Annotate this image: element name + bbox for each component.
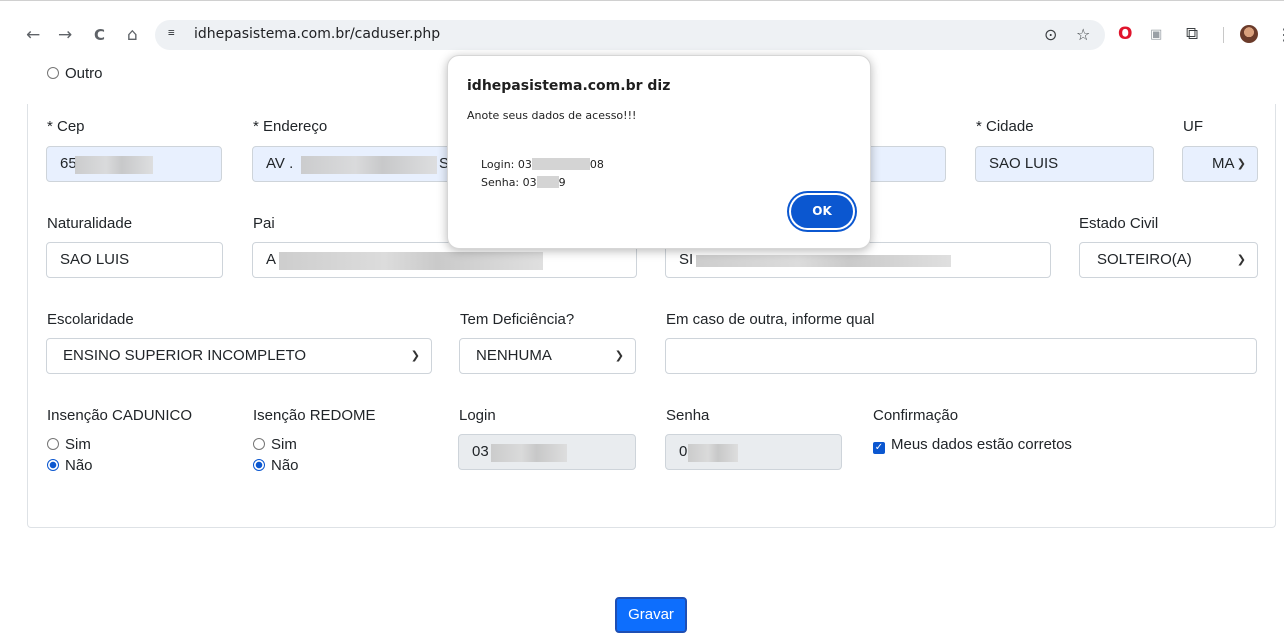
reload-icon[interactable]: C: [94, 25, 105, 45]
dialog-senha-line: Senha: 03 9: [467, 163, 566, 202]
save-button[interactable]: Gravar: [615, 597, 687, 633]
back-arrow-icon[interactable]: ←: [26, 25, 40, 45]
cadunico-nao-radio[interactable]: Não: [47, 457, 93, 474]
mae-value: SI: [679, 251, 694, 268]
pai-value: A: [266, 251, 277, 268]
cidade-input[interactable]: SAO LUIS: [975, 146, 1154, 182]
confirm-checkbox-label: Meus dados estão corretos: [891, 436, 1072, 453]
endereco-input[interactable]: AV . S: [252, 146, 452, 182]
bairro-input[interactable]: [868, 146, 946, 182]
cidade-value: SAO LUIS: [989, 155, 1059, 172]
radio-outro-label: Outro: [65, 65, 103, 82]
naturalidade-input[interactable]: SAO LUIS: [46, 242, 223, 278]
redome-sim-radio[interactable]: Sim: [253, 436, 297, 453]
uf-select[interactable]: MA ❯: [1182, 146, 1258, 182]
senha-value: 0: [679, 443, 688, 460]
cadunico-label: Insenção CADUNICO: [47, 407, 193, 424]
browser-toolbar: ← → C ⌂ ≡ idhepasistema.com.br/caduser.p…: [0, 0, 1284, 62]
confirmacao-label: Confirmação: [873, 407, 959, 424]
deficiencia-label: Tem Deficiência?: [460, 311, 575, 328]
endereco-value-start: AV .: [266, 155, 294, 172]
alert-dialog: idhepasistema.com.br diz Anote seus dado…: [447, 55, 871, 249]
dialog-senha-end: 9: [558, 176, 566, 189]
redome-nao-radio[interactable]: Não: [253, 457, 299, 474]
outra-deficiencia-input[interactable]: [665, 338, 1257, 374]
escolaridade-select[interactable]: ENSINO SUPERIOR INCOMPLETO ❯: [46, 338, 432, 374]
bookmark-star-icon[interactable]: ☆: [1076, 25, 1090, 44]
estado-civil-value: SOLTEIRO(A): [1097, 251, 1192, 268]
escolaridade-value: ENSINO SUPERIOR INCOMPLETO: [63, 347, 307, 364]
uf-value: MA: [1212, 155, 1235, 172]
dialog-senha-start: Senha: 03: [481, 176, 537, 189]
radio-dot[interactable]: [47, 438, 59, 450]
deficiencia-value: NENHUMA: [476, 347, 552, 364]
redome-label: Isenção REDOME: [253, 407, 376, 424]
dialog-title: idhepasistema.com.br diz: [467, 78, 671, 94]
chevron-down-icon: ❯: [1236, 253, 1246, 266]
endereco-label: * Endereço: [253, 118, 328, 135]
login-input[interactable]: 03: [458, 434, 636, 470]
extensions-puzzle-icon[interactable]: ⧉: [1186, 24, 1198, 44]
checkmark-icon[interactable]: ✓: [873, 442, 885, 454]
estado-civil-select[interactable]: SOLTEIRO(A) ❯: [1079, 242, 1258, 278]
radio-dot[interactable]: [253, 438, 265, 450]
chevron-down-icon: ❯: [614, 349, 624, 362]
chevron-down-icon: ❯: [410, 349, 420, 362]
escolaridade-label: Escolaridade: [47, 311, 134, 328]
naturalidade-value: SAO LUIS: [60, 251, 130, 268]
site-settings-icon[interactable]: ≡: [168, 26, 175, 39]
outra-deficiencia-label: Em caso de outra, informe qual: [666, 311, 875, 328]
address-url[interactable]: idhepasistema.com.br/caduser.php: [194, 26, 440, 42]
radio-label: Não: [271, 457, 299, 474]
location-icon[interactable]: ⊙: [1044, 25, 1057, 44]
login-label: Login: [459, 407, 496, 424]
uf-label: UF: [1183, 118, 1203, 135]
redacted-blur: [536, 176, 559, 188]
redacted-blur: [491, 444, 567, 462]
toolbar-divider: [1223, 27, 1224, 43]
extension-icon[interactable]: ▣: [1150, 27, 1162, 42]
cidade-label: * Cidade: [976, 118, 1034, 135]
senha-input[interactable]: 0: [665, 434, 842, 470]
confirm-checkbox[interactable]: ✓ Meus dados estão corretos: [873, 436, 1072, 454]
radio-dot-selected[interactable]: [253, 459, 265, 471]
pai-label: Pai: [253, 215, 275, 232]
deficiencia-select[interactable]: NENHUMA ❯: [459, 338, 636, 374]
dialog-message: Anote seus dados de acesso!!!: [467, 109, 637, 122]
redacted-blur: [696, 255, 951, 267]
radio-dot-selected[interactable]: [47, 459, 59, 471]
redacted-blur: [301, 156, 437, 174]
senha-label: Senha: [666, 407, 710, 424]
estado-civil-label: Estado Civil: [1079, 215, 1159, 232]
radio-label: Sim: [271, 436, 297, 453]
chevron-down-icon: ❯: [1236, 157, 1246, 170]
opera-extension-icon[interactable]: O: [1118, 24, 1132, 44]
redacted-blur: [75, 156, 153, 174]
cep-input[interactable]: 65: [46, 146, 222, 182]
forward-arrow-icon[interactable]: →: [58, 25, 72, 45]
redacted-blur: [279, 252, 543, 270]
cep-label: * Cep: [47, 118, 85, 135]
profile-avatar[interactable]: [1240, 25, 1258, 43]
redacted-blur: [688, 444, 738, 462]
radio-label: Sim: [65, 436, 91, 453]
radio-label: Não: [65, 457, 93, 474]
radio-outro[interactable]: Outro: [47, 65, 103, 82]
naturalidade-label: Naturalidade: [47, 215, 133, 232]
cadunico-sim-radio[interactable]: Sim: [47, 436, 91, 453]
login-value: 03: [472, 443, 489, 460]
dialog-login-end: 08: [589, 158, 604, 171]
browser-menu-icon[interactable]: ⋮: [1276, 25, 1284, 44]
ok-button[interactable]: OK: [791, 195, 853, 228]
home-icon[interactable]: ⌂: [127, 25, 138, 45]
radio-outro-dot[interactable]: [47, 67, 59, 79]
